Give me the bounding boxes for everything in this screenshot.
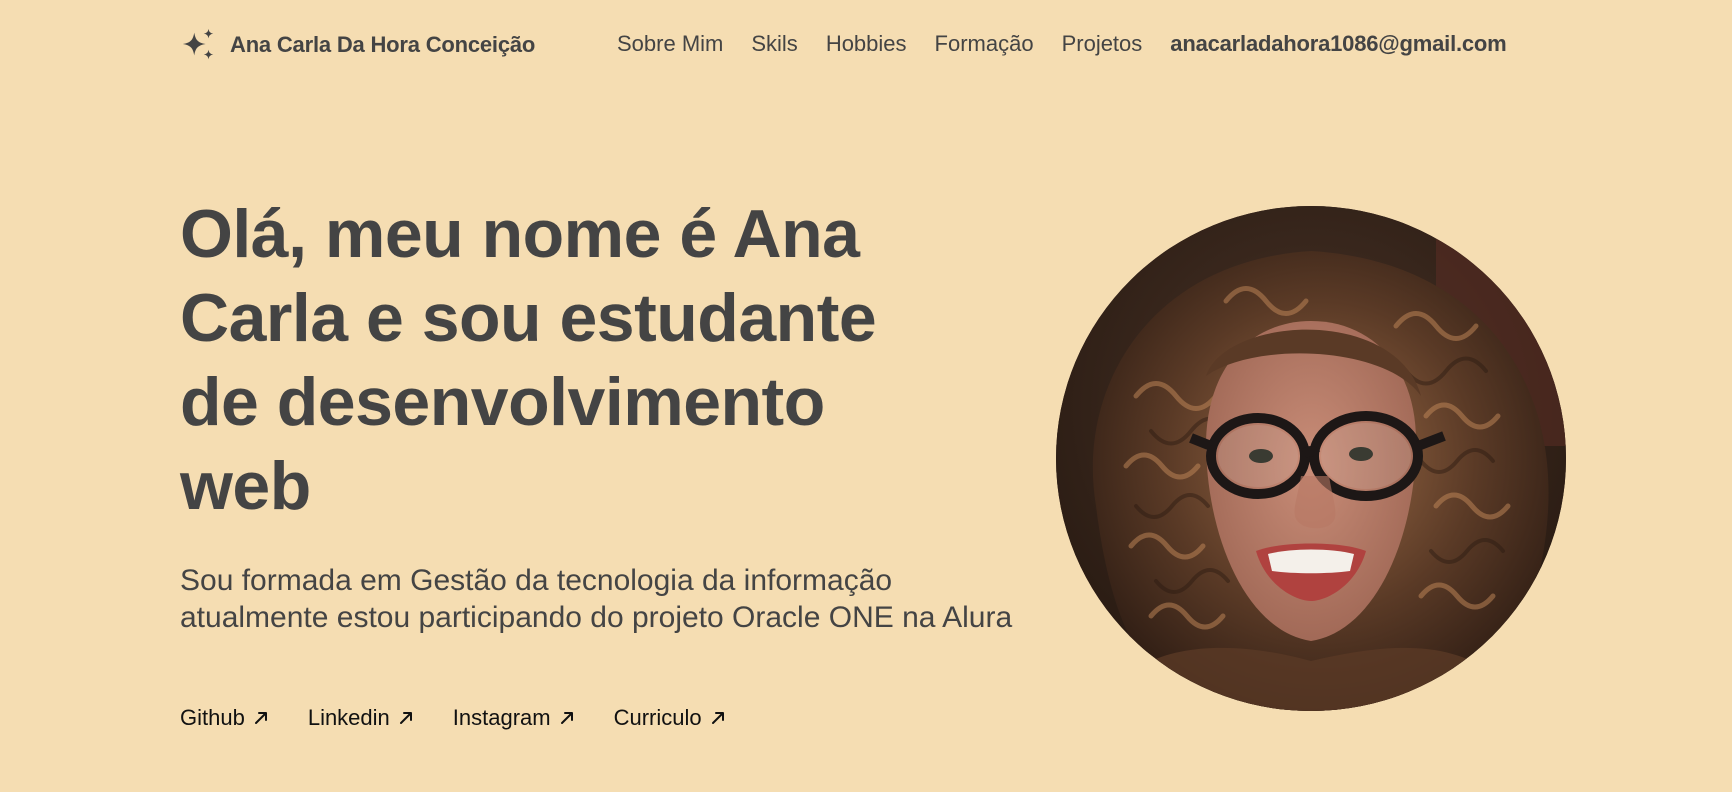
main-nav: Sobre Mim Skils Hobbies Formação Projeto…: [617, 31, 1507, 57]
email-link[interactable]: anacarladahora1086@gmail.com: [1170, 31, 1506, 57]
github-link-label: Github: [180, 705, 245, 730]
arrow-up-right-icon: [399, 712, 412, 724]
curriculo-link[interactable]: Curriculo: [614, 705, 727, 731]
brand-name: Ana Carla Da Hora Conceição: [230, 32, 536, 57]
linkedin-link[interactable]: Linkedin: [308, 705, 415, 731]
github-link[interactable]: Github: [180, 705, 270, 731]
instagram-link[interactable]: Instagram: [453, 705, 576, 731]
linkedin-link-label: Linkedin: [307, 705, 390, 730]
profile-photo: [1056, 206, 1566, 711]
hero-description: Sou formada em Gestão da tecnologia da i…: [180, 564, 1013, 634]
nav-link-sobre-mim[interactable]: Sobre Mim: [617, 31, 723, 57]
instagram-link-label: Instagram: [452, 705, 551, 730]
portrait-illustration: [1056, 206, 1566, 711]
curriculo-link-label: Curriculo: [613, 705, 702, 730]
site-header: Ana Carla Da Hora Conceição Sobre Mim Sk…: [0, 0, 1732, 92]
nav-link-skils[interactable]: Skils: [751, 31, 797, 57]
arrow-up-right-icon: [254, 712, 267, 724]
social-links: Github Linkedin Instagram Curriculo: [180, 705, 727, 731]
nav-link-formacao[interactable]: Formação: [935, 31, 1034, 57]
nav-link-hobbies[interactable]: Hobbies: [826, 31, 907, 57]
arrow-up-right-icon: [560, 712, 573, 724]
hero-title: Olá, meu nome é Ana Carla e sou estudant…: [180, 196, 877, 524]
brand[interactable]: Ana Carla Da Hora Conceição: [180, 26, 535, 64]
arrow-up-right-icon: [711, 712, 724, 724]
nav-link-projetos[interactable]: Projetos: [1062, 31, 1143, 57]
sparkles-icon: [182, 28, 214, 60]
